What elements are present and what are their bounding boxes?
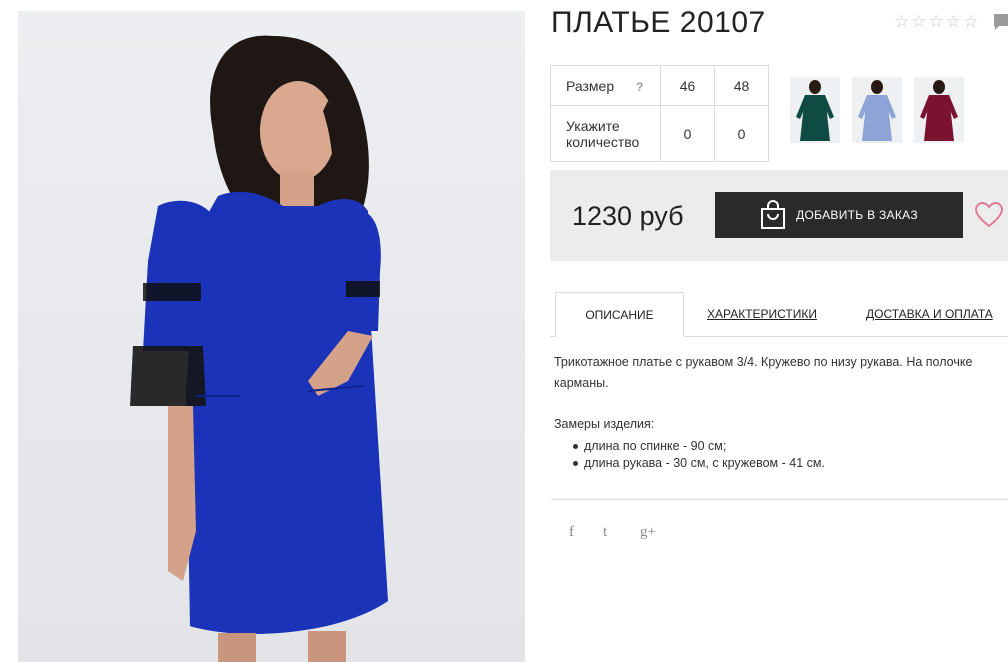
size-help-icon[interactable]: ? — [636, 80, 643, 94]
thumb-dress-illustration — [858, 80, 896, 141]
divider — [551, 499, 1008, 500]
thumb-dress-illustration — [796, 80, 834, 141]
heart-icon[interactable] — [975, 202, 1003, 228]
product-description: Трикотажное платье с рукавом 3/4. Кружев… — [554, 355, 973, 390]
shopping-bag-icon — [761, 200, 786, 229]
comment-icon[interactable] — [994, 14, 1008, 31]
twitter-icon[interactable]: t — [603, 524, 607, 541]
product-title: ПЛАТЬЕ 20107 — [551, 6, 766, 39]
order-panel: 1230 руб ДОБАВИТЬ В ЗАКАЗ — [550, 170, 1008, 261]
facebook-icon[interactable]: f — [569, 524, 574, 541]
list-item: длина рукава - 30 см, с кружевом - 41 см… — [573, 456, 825, 470]
add-to-order-label: ДОБАВИТЬ В ЗАКАЗ — [796, 208, 918, 222]
google-plus-icon[interactable]: g+ — [640, 524, 656, 541]
list-item: длина по спинке - 90 см; — [573, 438, 825, 455]
size-48: 48 — [714, 65, 769, 106]
measures-list: длина по спинке - 90 см; длина рукава - … — [573, 438, 825, 472]
color-thumb-burgundy[interactable] — [914, 77, 964, 143]
size-label: Размер — [566, 77, 615, 94]
tab-description[interactable]: ОПИСАНИЕ — [555, 292, 684, 337]
star-icon[interactable]: ☆ — [946, 13, 961, 30]
star-icon[interactable]: ☆ — [929, 13, 944, 30]
quantity-input-48[interactable]: 0 — [714, 105, 769, 162]
quantity-label-line1: Укажите — [566, 117, 620, 134]
tab-characteristics[interactable]: ХАРАКТЕРИСТИКИ — [707, 307, 817, 321]
star-icon[interactable]: ☆ — [963, 13, 978, 30]
measures-title: Замеры изделия: — [554, 417, 655, 431]
dress-model-illustration — [130, 35, 388, 662]
size-46: 46 — [660, 65, 715, 106]
tab-delivery[interactable]: ДОСТАВКА И ОПЛАТА — [866, 307, 993, 321]
size-table: Размер ? 46 48 Укажите количество 0 0 — [550, 65, 769, 162]
quantity-input-46[interactable]: 0 — [660, 105, 715, 162]
star-icon[interactable]: ☆ — [911, 13, 926, 30]
add-to-order-button[interactable]: ДОБАВИТЬ В ЗАКАЗ — [715, 192, 963, 238]
star-icon[interactable]: ☆ — [894, 13, 909, 30]
color-thumb-light-blue[interactable] — [852, 77, 902, 143]
thumb-dress-illustration — [920, 80, 958, 141]
quantity-label-cell: Укажите количество — [550, 105, 661, 162]
product-photo[interactable] — [18, 11, 525, 662]
size-label-cell: Размер ? — [550, 65, 661, 106]
color-thumb-green[interactable] — [790, 77, 840, 143]
quantity-label-line2: количество — [566, 133, 640, 150]
rating-stars[interactable]: ☆ ☆ ☆ ☆ ☆ — [894, 13, 978, 30]
product-price: 1230 руб — [572, 201, 684, 231]
